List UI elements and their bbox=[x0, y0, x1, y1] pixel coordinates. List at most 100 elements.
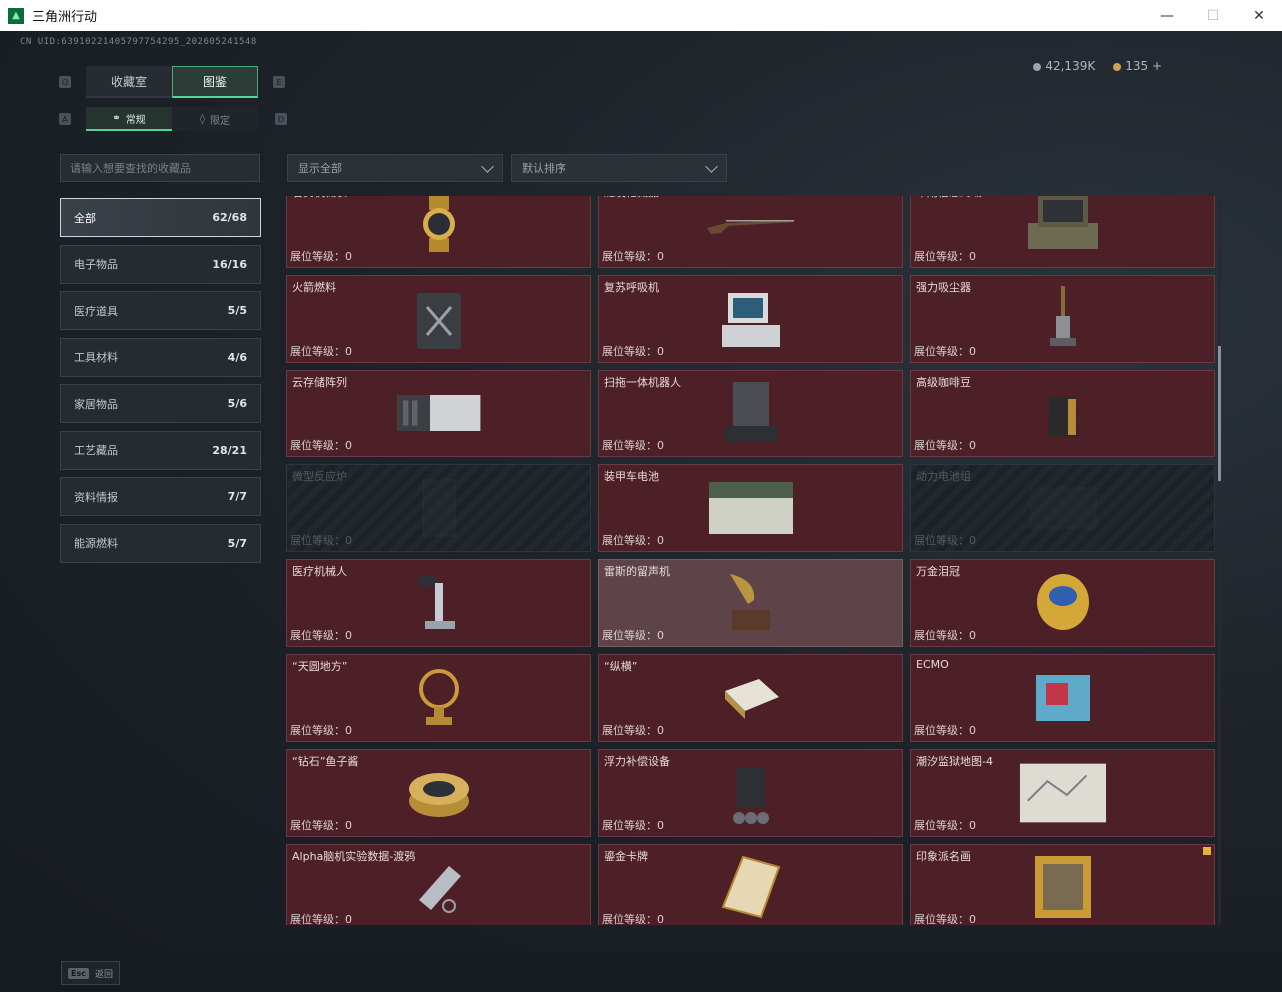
category-electronics[interactable]: 电子物品 16/16 bbox=[60, 244, 261, 284]
tab-catalog[interactable]: 图鉴 bbox=[172, 66, 258, 98]
collection-card[interactable]: “纵横” 展位等级：0 bbox=[598, 653, 903, 742]
item-name: ECMO bbox=[916, 657, 949, 671]
armillary-icon bbox=[394, 665, 484, 731]
subtab-limited-label: 限定 bbox=[209, 115, 230, 127]
watch-icon bbox=[394, 196, 484, 257]
collection-card[interactable]: 名贵机械表展位等级：0 bbox=[286, 196, 591, 268]
collection-card[interactable]: 鎏金卡牌 展位等级：0 bbox=[598, 843, 903, 925]
booth-level: 展位等级：0 bbox=[914, 818, 976, 832]
collection-card[interactable]: 扫拖一体机器人 展位等级：0 bbox=[598, 369, 903, 458]
game-viewport: CN UID:6391022140579775429​5_20260524154… bbox=[0, 31, 1282, 992]
category-crafts[interactable]: 工艺藏品 28/21 bbox=[60, 430, 261, 470]
item-name: “天圆地方” bbox=[292, 659, 348, 673]
robot-vacuum-icon bbox=[706, 380, 796, 446]
collection-card[interactable]: 浮力补偿设备 展位等级：0 bbox=[598, 748, 903, 837]
limited-icon: ◊ bbox=[200, 113, 205, 125]
category-label: 电子物品 bbox=[74, 258, 118, 271]
booth-level: 展位等级：0 bbox=[602, 628, 664, 642]
collection-card[interactable]: 雷斯的留声机 展位等级：0 bbox=[598, 559, 903, 647]
booth-level: 展位等级：0 bbox=[914, 249, 976, 263]
sub-tabs: ⚭ 常规 ◊ 限定 bbox=[86, 107, 258, 131]
booth-level: 展位等级：0 bbox=[602, 818, 664, 832]
add-currency-button[interactable]: + bbox=[1152, 59, 1162, 73]
back-button[interactable]: Esc 返回 bbox=[61, 961, 120, 985]
collection-card[interactable]: 云存储阵列 展位等级：0 bbox=[286, 369, 591, 458]
coffee-bag-icon bbox=[1018, 380, 1108, 446]
vacuum-icon bbox=[1018, 285, 1108, 352]
collection-card[interactable]: 动力电池组 展位等级：0 bbox=[910, 464, 1215, 553]
framed-painting-icon bbox=[1018, 854, 1108, 920]
window-controls: — ☐ ✕ bbox=[1144, 0, 1282, 31]
collection-card[interactable]: “天圆地方” 展位等级：0 bbox=[286, 653, 591, 742]
player-uid: CN UID:6391022140579775429​5_20260524154… bbox=[20, 37, 257, 47]
category-label: 全部 bbox=[74, 211, 96, 225]
terminal-case-icon bbox=[1018, 196, 1108, 257]
footer-bar bbox=[0, 952, 1282, 992]
booth-level: 展位等级：0 bbox=[290, 534, 352, 548]
storage-array-icon bbox=[394, 380, 484, 446]
collection-card[interactable]: 微型反应炉 展位等级：0 bbox=[286, 464, 591, 553]
category-energy[interactable]: 能源燃料 5/7 bbox=[60, 523, 261, 563]
subtab-regular[interactable]: ⚭ 常规 bbox=[86, 107, 172, 131]
collection-card[interactable]: Alpha脑机实验数据-渡鸦 展位等级：0 bbox=[286, 843, 591, 925]
category-household[interactable]: 家居物品 5/6 bbox=[60, 384, 261, 423]
grid-scrollbar[interactable] bbox=[1218, 196, 1221, 925]
filter-dropdown[interactable]: 显示全部 bbox=[287, 154, 503, 182]
collection-card[interactable]: 复苏呼吸机 展位等级：0 bbox=[598, 274, 903, 363]
chevron-down-icon bbox=[705, 160, 718, 173]
close-button[interactable]: ✕ bbox=[1236, 0, 1282, 31]
category-count: 5/6 bbox=[227, 397, 247, 410]
sort-dropdown[interactable]: 默认排序 bbox=[511, 154, 727, 182]
category-list: 全部 62/68 电子物品 16/16 医疗道具 5/5 工具材料 4/6 家居物品 5/… bbox=[60, 198, 261, 570]
collection-card[interactable]: 火箭燃料 展位等级：0 bbox=[286, 274, 591, 363]
category-label: 工艺藏品 bbox=[74, 444, 118, 457]
subtab-limited[interactable]: ◊ 限定 bbox=[172, 107, 258, 131]
item-name: 云存储阵列 bbox=[292, 375, 347, 389]
item-name: 装甲车电池 bbox=[604, 470, 659, 484]
booth-level: 展位等级：0 bbox=[290, 344, 352, 358]
collection-grid-viewport: 名贵机械表展位等级：0燧发枪藏品展位等级：0军用信息终端展位等级：0火箭燃料展位… bbox=[286, 196, 1216, 925]
category-count: 5/5 bbox=[227, 304, 247, 317]
category-medical[interactable]: 医疗道具 5/5 bbox=[60, 291, 261, 330]
collection-card[interactable]: 医疗机械人 展位等级：0 bbox=[286, 559, 591, 647]
currency-bar: 42,139K 135 + bbox=[1033, 59, 1162, 73]
chevron-down-icon bbox=[481, 160, 494, 173]
item-name: 动力电池组 bbox=[916, 470, 971, 484]
item-name: 燧发枪藏品 bbox=[604, 196, 659, 200]
booth-level: 展位等级：0 bbox=[602, 439, 664, 453]
booth-level: 展位等级：0 bbox=[914, 913, 976, 925]
booth-level: 展位等级：0 bbox=[290, 723, 352, 737]
booth-level: 展位等级：0 bbox=[290, 249, 352, 263]
collection-card[interactable]: 装甲车电池 展位等级：0 bbox=[598, 464, 903, 553]
silver-coin-icon bbox=[1033, 62, 1042, 71]
collection-card[interactable]: 强力吸尘器 展位等级：0 bbox=[910, 274, 1215, 363]
item-name: 名贵机械表 bbox=[292, 196, 347, 200]
collection-card[interactable]: 印象派名画 展位等级：0 bbox=[910, 843, 1215, 925]
ventilator-icon bbox=[706, 286, 796, 352]
booth-level: 展位等级：0 bbox=[602, 913, 664, 925]
item-name: 高级咖啡豆 bbox=[916, 375, 971, 389]
collection-card[interactable]: 军用信息终端展位等级：0 bbox=[910, 196, 1215, 268]
collection-grid: 名贵机械表展位等级：0燧发枪藏品展位等级：0军用信息终端展位等级：0火箭燃料展位… bbox=[286, 196, 1215, 925]
search-input[interactable] bbox=[60, 154, 260, 182]
collection-card[interactable]: 潮汐监狱地图-4 展位等级：0 bbox=[910, 748, 1215, 837]
collection-card[interactable]: “钻石”鱼子酱 展位等级：0 bbox=[286, 748, 591, 837]
booth-level: 展位等级：0 bbox=[602, 249, 664, 263]
tab-collection-room[interactable]: 收藏室 bbox=[86, 66, 172, 98]
regular-icon: ⚭ bbox=[112, 112, 121, 124]
collection-card[interactable]: 万金泪冠 展位等级：0 bbox=[910, 559, 1215, 647]
maximize-button[interactable]: ☐ bbox=[1190, 0, 1236, 31]
category-intel[interactable]: 资料情报 7/7 bbox=[60, 477, 261, 516]
collection-card[interactable]: ECMO 展位等级：0 bbox=[910, 653, 1215, 742]
collection-card[interactable]: 高级咖啡豆 展位等级：0 bbox=[910, 369, 1215, 458]
category-tools[interactable]: 工具材料 4/6 bbox=[60, 337, 261, 377]
gold-currency[interactable]: 135 + bbox=[1113, 59, 1162, 73]
category-all[interactable]: 全部 62/68 bbox=[60, 198, 261, 237]
item-name: 复苏呼吸机 bbox=[604, 280, 659, 294]
collection-card[interactable]: 燧发枪藏品展位等级：0 bbox=[598, 196, 903, 268]
battery-icon bbox=[706, 475, 796, 541]
minimize-button[interactable]: — bbox=[1144, 0, 1190, 31]
category-label: 资料情报 bbox=[74, 490, 118, 504]
scrollbar-thumb[interactable] bbox=[1218, 346, 1221, 481]
gold-coin-icon bbox=[1113, 62, 1122, 71]
